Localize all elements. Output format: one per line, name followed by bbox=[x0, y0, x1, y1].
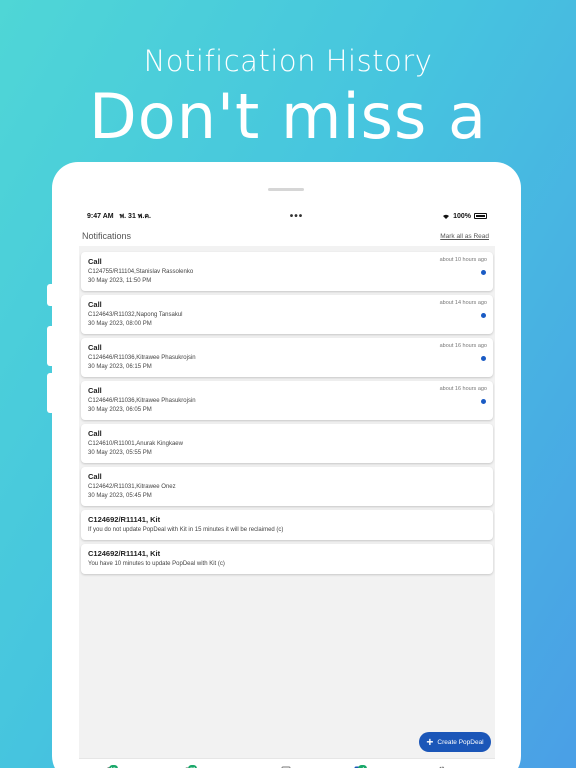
status-bar: 9:47 AM พ. 31 พ.ค. ••• 100% bbox=[79, 206, 495, 226]
notification-title: Call bbox=[88, 429, 102, 438]
notification-datetime: 30 May 2023, 05:45 PM bbox=[88, 493, 152, 499]
unread-indicator bbox=[481, 270, 486, 275]
mark-all-read-link[interactable]: Mark all as Read bbox=[440, 233, 489, 240]
notification-datetime: 30 May 2023, 05:55 PM bbox=[88, 450, 152, 456]
unread-indicator bbox=[481, 399, 486, 404]
notification-detail: C124646/R11036,Kitrawee Phasukrojsin bbox=[88, 398, 196, 404]
notification-title: Call bbox=[88, 257, 102, 266]
battery-percent: 100% bbox=[453, 212, 471, 220]
notification-detail: C124646/R11036,Kitrawee Phasukrojsin bbox=[88, 355, 196, 361]
wifi-icon bbox=[442, 212, 450, 221]
notification-age: about 16 hours ago bbox=[439, 343, 487, 349]
multitask-dots-icon[interactable]: ••• bbox=[290, 211, 304, 222]
notification-detail: C124610/R11001,Anurak Kingkaew bbox=[88, 441, 183, 447]
status-time: 9:47 AM bbox=[87, 212, 114, 220]
notification-card[interactable]: Call C124642/R11031,Kitrawee Onez 30 May 2… bbox=[81, 467, 493, 506]
notification-datetime: 30 May 2023, 06:15 PM bbox=[88, 364, 152, 370]
notification-datetime: 30 May 2023, 06:05 PM bbox=[88, 407, 152, 413]
notification-card[interactable]: Call C124646/R11036,Kitrawee Phasukrojsin… bbox=[81, 381, 493, 420]
notification-detail: C124642/R11031,Kitrawee Onez bbox=[88, 484, 176, 490]
notification-age: about 16 hours ago bbox=[439, 386, 487, 392]
notification-title: Call bbox=[88, 472, 102, 481]
notification-age: about 14 hours ago bbox=[439, 300, 487, 306]
notification-card[interactable]: Call C124610/R11001,Anurak Kingkaew 30 May… bbox=[81, 424, 493, 463]
notification-list: Call C124755/R11104,Stanislav Rassolenko 3… bbox=[79, 246, 495, 574]
unread-indicator bbox=[481, 356, 486, 361]
notification-card[interactable]: Call C124755/R11104,Stanislav Rassolenko 3… bbox=[81, 252, 493, 291]
notification-datetime: 30 May 2023, 11:50 PM bbox=[88, 278, 152, 284]
notification-detail: If you do not update PopDeal with Kit in… bbox=[88, 527, 284, 533]
plus-icon: + bbox=[426, 735, 434, 749]
notification-title: Call bbox=[88, 300, 102, 309]
camera-bar bbox=[268, 188, 304, 191]
bottom-tab-bar: 12Lead Alerts27PopDeal ManagerActivities… bbox=[79, 758, 495, 768]
page-title: Notifications bbox=[82, 231, 132, 241]
create-popdeal-button[interactable]: + Create PopDeal bbox=[419, 732, 491, 752]
create-popdeal-label: Create PopDeal bbox=[437, 738, 484, 746]
notification-card[interactable]: C124692/R11141, Kit You have 10 minutes t… bbox=[81, 544, 493, 574]
notification-detail: C124755/R11104,Stanislav Rassolenko bbox=[88, 269, 194, 275]
status-date: พ. 31 พ.ค. bbox=[119, 212, 151, 220]
notification-title: Call bbox=[88, 343, 102, 352]
notification-title: C124692/R11141, Kit bbox=[88, 549, 161, 558]
tablet-device: 9:47 AM พ. 31 พ.ค. ••• 100% Notification… bbox=[52, 162, 521, 768]
battery-icon bbox=[473, 213, 487, 219]
notification-detail: You have 10 minutes to update PopDeal wi… bbox=[88, 561, 225, 567]
notification-card[interactable]: Call C124643/R11032,Napong Tansakul 30 May… bbox=[81, 295, 493, 334]
notification-card[interactable]: Call C124646/R11036,Kitrawee Phasukrojsin… bbox=[81, 338, 493, 377]
notifications-header: Notifications Mark all as Read bbox=[79, 226, 495, 246]
status-indicators: 100% bbox=[442, 212, 487, 221]
notification-title: Call bbox=[88, 386, 102, 395]
notification-title: C124692/R11141, Kit bbox=[88, 515, 161, 524]
notification-age: about 10 hours ago bbox=[439, 257, 487, 263]
hero-subtitle: Notification History bbox=[143, 44, 433, 78]
notification-detail: C124643/R11032,Napong Tansakul bbox=[88, 312, 183, 318]
app-screen: 9:47 AM พ. 31 พ.ค. ••• 100% Notification… bbox=[79, 206, 495, 768]
notification-datetime: 30 May 2023, 08:00 PM bbox=[88, 321, 152, 327]
notification-card[interactable]: C124692/R11141, Kit If you do not update … bbox=[81, 510, 493, 540]
unread-indicator bbox=[481, 313, 486, 318]
status-time-date: 9:47 AM พ. 31 พ.ค. bbox=[87, 211, 151, 222]
